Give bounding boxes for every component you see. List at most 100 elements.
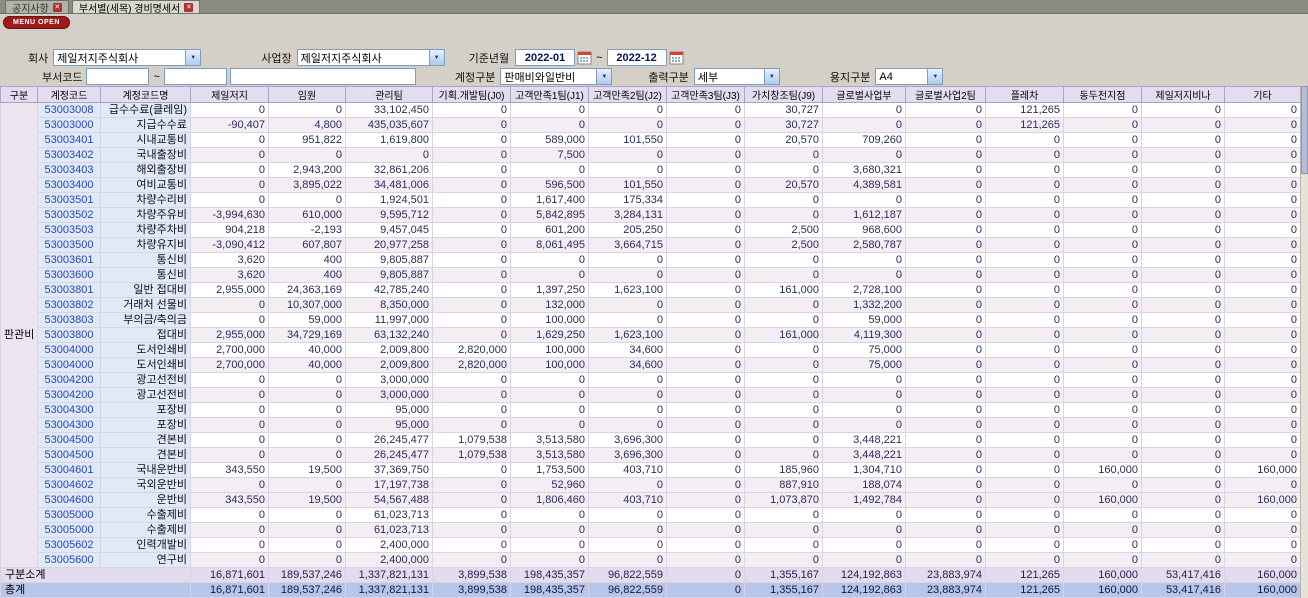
- amount-cell[interactable]: 5,842,895: [510, 207, 589, 223]
- amount-cell[interactable]: 0: [905, 507, 986, 523]
- amount-cell[interactable]: 198,435,357: [510, 567, 589, 583]
- amount-cell[interactable]: 0: [666, 552, 745, 568]
- amount-cell[interactable]: 2,943,200: [268, 162, 346, 178]
- amount-cell[interactable]: 0: [588, 552, 667, 568]
- amount-cell[interactable]: 951,822: [268, 132, 346, 148]
- amount-cell[interactable]: 0: [1063, 102, 1142, 118]
- amount-cell[interactable]: 2,700,000: [190, 357, 269, 373]
- amount-cell[interactable]: 1,332,200: [822, 297, 906, 313]
- amount-cell[interactable]: 0: [1141, 552, 1225, 568]
- amount-cell[interactable]: 0: [1141, 522, 1225, 538]
- amount-cell[interactable]: 0: [744, 507, 823, 523]
- amount-cell[interactable]: 0: [510, 387, 589, 403]
- amount-cell[interactable]: 0: [1141, 327, 1225, 343]
- amount-cell[interactable]: 2,955,000: [190, 327, 269, 343]
- company-select[interactable]: 제일저지주식회사 ▼: [53, 49, 202, 66]
- amount-cell[interactable]: 0: [905, 357, 986, 373]
- amount-cell[interactable]: 61,023,713: [345, 507, 433, 523]
- account-name-cell[interactable]: 통신비: [100, 267, 191, 283]
- amount-cell[interactable]: 0: [822, 147, 906, 163]
- amount-cell[interactable]: 0: [666, 282, 745, 298]
- amount-cell[interactable]: 0: [666, 267, 745, 283]
- amount-cell[interactable]: 0: [432, 222, 511, 238]
- amount-cell[interactable]: 4,119,300: [822, 327, 906, 343]
- amount-cell[interactable]: 101,550: [588, 177, 667, 193]
- amount-cell[interactable]: 0: [268, 522, 346, 538]
- amount-cell[interactable]: 0: [510, 102, 589, 118]
- amount-cell[interactable]: 0: [432, 207, 511, 223]
- account-code-cell[interactable]: 53003803: [37, 312, 101, 328]
- amount-cell[interactable]: 1,806,460: [510, 492, 589, 508]
- column-header[interactable]: 계정코드명: [100, 86, 191, 103]
- column-header[interactable]: 구분: [0, 86, 38, 103]
- amount-cell[interactable]: 0: [432, 297, 511, 313]
- account-code-cell[interactable]: 53003402: [37, 147, 101, 163]
- amount-cell[interactable]: 0: [744, 522, 823, 538]
- amount-cell[interactable]: 0: [822, 402, 906, 418]
- amount-cell[interactable]: 0: [432, 267, 511, 283]
- amount-cell[interactable]: 2,580,787: [822, 237, 906, 253]
- amount-cell[interactable]: 161,000: [744, 327, 823, 343]
- amount-cell[interactable]: 0: [985, 222, 1064, 238]
- account-code-cell[interactable]: 53004200: [37, 372, 101, 388]
- amount-cell[interactable]: 0: [985, 432, 1064, 448]
- account-name-cell[interactable]: 포장비: [100, 402, 191, 418]
- column-header[interactable]: 글로벌사업2팀: [905, 86, 986, 103]
- amount-cell[interactable]: 0: [432, 117, 511, 133]
- amount-cell[interactable]: 53,417,416: [1141, 582, 1225, 598]
- amount-cell[interactable]: 0: [1224, 222, 1301, 238]
- amount-cell[interactable]: 0: [822, 507, 906, 523]
- amount-cell[interactable]: 0: [666, 447, 745, 463]
- amount-cell[interactable]: 37,369,750: [345, 462, 433, 478]
- amount-cell[interactable]: 0: [744, 312, 823, 328]
- subtotal-row[interactable]: 구분소계 16,871,601 189,537,246 1,337,821,131 3,…: [0, 567, 1301, 583]
- amount-cell[interactable]: 34,600: [588, 357, 667, 373]
- amount-cell[interactable]: 0: [905, 162, 986, 178]
- amount-cell[interactable]: 0: [1224, 387, 1301, 403]
- amount-cell[interactable]: 0: [666, 237, 745, 253]
- amount-cell[interactable]: 19,500: [268, 462, 346, 478]
- amount-cell[interactable]: 0: [666, 252, 745, 268]
- account-code-cell[interactable]: 53004300: [37, 417, 101, 433]
- amount-cell[interactable]: 0: [1063, 177, 1142, 193]
- column-header[interactable]: 플레차: [985, 86, 1064, 103]
- amount-cell[interactable]: 0: [510, 162, 589, 178]
- amount-cell[interactable]: 0: [1141, 267, 1225, 283]
- amount-cell[interactable]: 0: [985, 552, 1064, 568]
- amount-cell[interactable]: 0: [190, 102, 269, 118]
- amount-cell[interactable]: 343,550: [190, 492, 269, 508]
- amount-cell[interactable]: 0: [1063, 147, 1142, 163]
- amount-cell[interactable]: 96,822,559: [588, 582, 667, 598]
- amount-cell[interactable]: 100,000: [510, 342, 589, 358]
- amount-cell[interactable]: 0: [190, 447, 269, 463]
- calendar-icon[interactable]: [577, 50, 592, 65]
- amount-cell[interactable]: 0: [744, 252, 823, 268]
- amount-cell[interactable]: 0: [985, 507, 1064, 523]
- amount-cell[interactable]: 2,500: [744, 222, 823, 238]
- amount-cell[interactable]: 0: [1224, 252, 1301, 268]
- amount-cell[interactable]: 160,000: [1224, 567, 1301, 583]
- amount-cell[interactable]: 0: [432, 177, 511, 193]
- amount-cell[interactable]: 0: [1063, 207, 1142, 223]
- account-code-cell[interactable]: 53004600: [37, 492, 101, 508]
- tab-expense-report[interactable]: 부서별(세목) 경비명세서 ✕: [71, 0, 201, 15]
- amount-cell[interactable]: 0: [1224, 267, 1301, 283]
- amount-cell[interactable]: 601,200: [510, 222, 589, 238]
- amount-cell[interactable]: 0: [1141, 177, 1225, 193]
- amount-cell[interactable]: 0: [1063, 537, 1142, 553]
- amount-cell[interactable]: 0: [744, 387, 823, 403]
- amount-cell[interactable]: 0: [985, 267, 1064, 283]
- amount-cell[interactable]: 0: [588, 477, 667, 493]
- amount-cell[interactable]: 0: [1224, 402, 1301, 418]
- amount-cell[interactable]: 0: [1063, 552, 1142, 568]
- amount-cell[interactable]: 121,265: [985, 117, 1064, 133]
- account-name-cell[interactable]: 견본비: [100, 432, 191, 448]
- vertical-scrollbar[interactable]: [1300, 86, 1308, 598]
- amount-cell[interactable]: 1,629,250: [510, 327, 589, 343]
- table-row[interactable]: 53004000 도서인쇄비 2,700,000 40,000 2,009,800 2,8…: [0, 342, 1301, 358]
- amount-cell[interactable]: 0: [190, 522, 269, 538]
- amount-cell[interactable]: 1,079,538: [432, 432, 511, 448]
- amount-cell[interactable]: 0: [905, 342, 986, 358]
- amount-cell[interactable]: 0: [666, 177, 745, 193]
- amount-cell[interactable]: 3,513,580: [510, 432, 589, 448]
